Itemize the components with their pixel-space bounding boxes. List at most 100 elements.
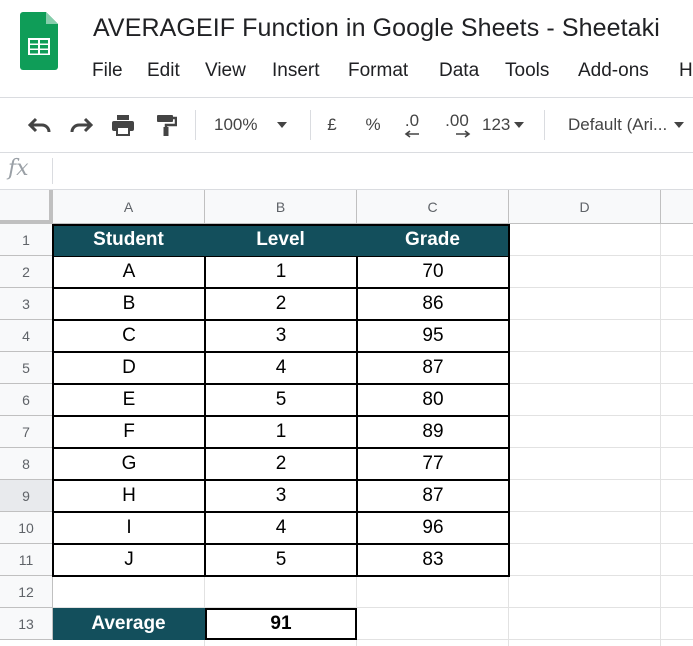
cell[interactable] — [205, 640, 357, 646]
increase-decimal-button[interactable]: .00 — [440, 110, 474, 140]
table-cell[interactable]: 1 — [205, 416, 357, 448]
formula-input[interactable] — [62, 160, 662, 182]
cell[interactable] — [509, 576, 661, 608]
cell[interactable] — [509, 544, 661, 576]
column-header[interactable]: D — [509, 190, 661, 224]
number-format-select[interactable]: 123 — [482, 110, 532, 140]
cell[interactable] — [661, 640, 693, 646]
cell[interactable] — [509, 608, 661, 640]
table-cell[interactable]: 80 — [357, 384, 509, 416]
cell[interactable] — [661, 416, 693, 448]
table-cell[interactable]: C — [53, 320, 205, 352]
table-cell[interactable]: A — [53, 256, 205, 288]
cell[interactable] — [661, 256, 693, 288]
table-header-cell[interactable]: Student — [53, 224, 205, 256]
row-header[interactable]: 4 — [0, 320, 53, 352]
menu-help[interactable]: H — [679, 60, 693, 82]
cell[interactable] — [509, 640, 661, 646]
table-cell[interactable]: 96 — [357, 512, 509, 544]
row-header[interactable]: 1 — [0, 224, 53, 256]
cell[interactable] — [509, 256, 661, 288]
zoom-select[interactable]: 100% — [214, 110, 299, 140]
table-cell[interactable]: 2 — [205, 448, 357, 480]
row-header[interactable]: 3 — [0, 288, 53, 320]
column-header[interactable]: C — [357, 190, 509, 224]
cell[interactable] — [509, 320, 661, 352]
table-cell[interactable]: 77 — [357, 448, 509, 480]
table-cell[interactable]: 5 — [205, 384, 357, 416]
document-title[interactable]: AVERAGEIF Function in Google Sheets - Sh… — [93, 14, 660, 43]
column-header[interactable]: A — [53, 190, 205, 224]
average-label-cell[interactable]: Average — [53, 608, 205, 640]
table-cell[interactable]: 3 — [205, 320, 357, 352]
row-header[interactable]: 2 — [0, 256, 53, 288]
cell[interactable] — [661, 352, 693, 384]
cell[interactable] — [661, 608, 693, 640]
row-header[interactable]: 10 — [0, 512, 53, 544]
table-cell[interactable]: 87 — [357, 352, 509, 384]
cell[interactable] — [357, 640, 509, 646]
table-cell[interactable]: 4 — [205, 352, 357, 384]
cell[interactable] — [509, 512, 661, 544]
row-header[interactable]: 7 — [0, 416, 53, 448]
table-cell[interactable]: 83 — [357, 544, 509, 576]
undo-button[interactable] — [25, 110, 55, 140]
table-cell[interactable]: 5 — [205, 544, 357, 576]
table-cell[interactable]: G — [53, 448, 205, 480]
cell[interactable] — [509, 288, 661, 320]
row-header[interactable]: 8 — [0, 448, 53, 480]
cell[interactable] — [661, 320, 693, 352]
cell[interactable] — [661, 576, 693, 608]
table-cell[interactable]: 89 — [357, 416, 509, 448]
table-cell[interactable]: H — [53, 480, 205, 512]
row-header[interactable]: 5 — [0, 352, 53, 384]
row-header[interactable]: 9 — [0, 480, 53, 512]
cell[interactable] — [661, 224, 693, 256]
cell[interactable] — [509, 352, 661, 384]
row-header[interactable]: 6 — [0, 384, 53, 416]
menu-tools[interactable]: Tools — [505, 60, 549, 82]
table-cell[interactable]: F — [53, 416, 205, 448]
menu-insert[interactable]: Insert — [272, 60, 320, 82]
table-cell[interactable]: 3 — [205, 480, 357, 512]
column-header[interactable] — [661, 190, 693, 224]
cell[interactable] — [205, 576, 357, 608]
table-cell[interactable]: 2 — [205, 288, 357, 320]
cell[interactable] — [661, 512, 693, 544]
table-cell[interactable]: E — [53, 384, 205, 416]
redo-button[interactable] — [66, 110, 96, 140]
font-select[interactable]: Default (Ari... — [568, 110, 693, 140]
menu-view[interactable]: View — [205, 60, 246, 82]
column-header[interactable]: B — [205, 190, 357, 224]
cell[interactable] — [53, 576, 205, 608]
table-cell[interactable]: J — [53, 544, 205, 576]
menu-add-ons[interactable]: Add-ons — [578, 60, 649, 82]
table-cell[interactable]: D — [53, 352, 205, 384]
menu-data[interactable]: Data — [439, 60, 479, 82]
cell[interactable] — [509, 416, 661, 448]
cell[interactable] — [509, 224, 661, 256]
paint-format-button[interactable] — [151, 110, 181, 140]
row-header[interactable]: 12 — [0, 576, 53, 608]
cell[interactable] — [661, 384, 693, 416]
table-cell[interactable]: 86 — [357, 288, 509, 320]
row-header[interactable]: 11 — [0, 544, 53, 576]
table-cell[interactable]: I — [53, 512, 205, 544]
google-sheets-logo-icon[interactable] — [20, 12, 58, 70]
currency-format-button[interactable]: £ — [320, 110, 344, 140]
menu-file[interactable]: File — [92, 60, 123, 82]
cell[interactable] — [509, 448, 661, 480]
average-value-cell[interactable]: 91 — [205, 608, 357, 640]
table-cell[interactable]: 1 — [205, 256, 357, 288]
percent-format-button[interactable]: % — [361, 110, 385, 140]
cell[interactable] — [509, 384, 661, 416]
cell[interactable] — [509, 480, 661, 512]
row-header[interactable]: 13 — [0, 608, 53, 640]
cell[interactable] — [661, 448, 693, 480]
menu-edit[interactable]: Edit — [147, 60, 180, 82]
cell[interactable] — [661, 544, 693, 576]
table-cell[interactable]: 95 — [357, 320, 509, 352]
table-cell[interactable]: 70 — [357, 256, 509, 288]
cell[interactable] — [661, 480, 693, 512]
cell[interactable] — [357, 608, 509, 640]
